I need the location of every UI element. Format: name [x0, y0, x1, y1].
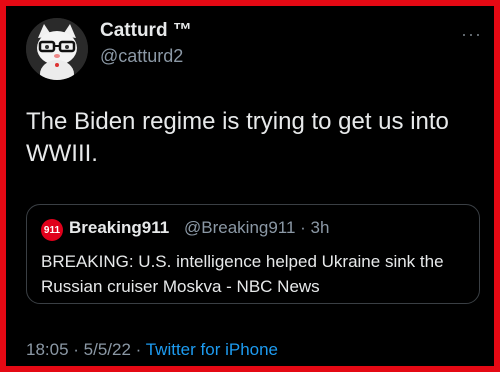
avatar[interactable] [26, 18, 88, 80]
breaking911-logo-icon: 911 [41, 219, 63, 241]
tweet-card: Catturd ™ @catturd2 ··· The Biden regime… [6, 6, 494, 366]
quoted-tweet-text: BREAKING: U.S. intelligence helped Ukrai… [41, 252, 444, 296]
tweet-footer: 18:05 · 5/5/22 · Twitter for iPhone [26, 340, 278, 360]
timestamp[interactable]: 18:05 · 5/5/22 · [26, 340, 141, 359]
quoted-author-name: Breaking911 [69, 218, 170, 237]
quoted-tweet[interactable]: 911 Breaking911 @Breaking911 · 3h BREAKI… [26, 204, 480, 304]
quoted-author-meta: @Breaking911 · 3h [184, 218, 330, 237]
tweet-text: The Biden regime is trying to get us int… [26, 108, 449, 167]
source-link[interactable]: Twitter for iPhone [146, 340, 278, 359]
cat-avatar-icon [26, 18, 88, 80]
author-handle[interactable]: @catturd2 [100, 46, 183, 67]
more-options-icon[interactable]: ··· [461, 24, 482, 45]
author-name[interactable]: Catturd ™ [100, 20, 192, 42]
